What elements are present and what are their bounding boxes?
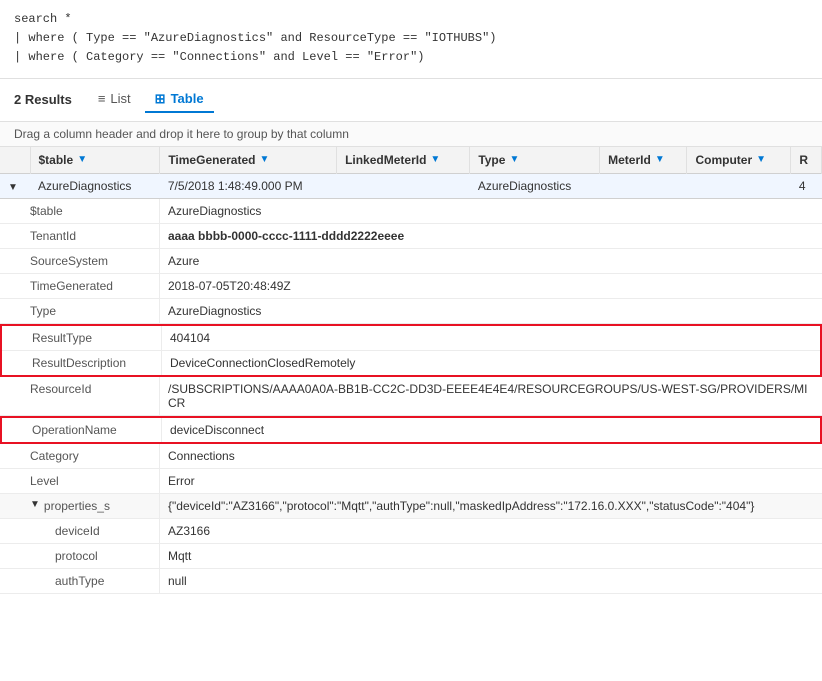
detail-key-level: Level [0, 469, 160, 493]
expand-icon[interactable]: ▼ [8, 182, 18, 193]
sub-val-authtype: null [160, 569, 195, 593]
cell-meter [600, 173, 687, 198]
filter-icon-type[interactable]: ▼ [509, 154, 519, 165]
list-icon: ≡ [98, 91, 106, 106]
cell-computer [687, 173, 791, 198]
cell-r: 4 [791, 173, 822, 198]
tab-group: ≡ List ⊞ Table [88, 87, 214, 113]
tab-table-label: Table [171, 91, 204, 106]
th-computer-label: Computer [695, 153, 752, 167]
tab-list-label: List [110, 91, 130, 106]
th-type-label: Type [478, 153, 505, 167]
detail-row-type: Type AzureDiagnostics [0, 299, 822, 324]
detail-val-category: Connections [160, 444, 243, 468]
filter-icon-computer[interactable]: ▼ [756, 154, 766, 165]
detail-val-resultdesc: DeviceConnectionClosedRemotely [162, 351, 363, 375]
properties-val: {"deviceId":"AZ3166","protocol":"Mqtt","… [160, 494, 822, 518]
detail-key-resourceid: ResourceId [0, 377, 160, 415]
filter-icon-meter[interactable]: ▼ [655, 154, 665, 165]
sub-key-protocol: protocol [0, 544, 160, 568]
detail-key-resulttype: ResultType [2, 326, 162, 350]
detail-row-operationname: OperationName deviceDisconnect [2, 418, 820, 442]
cell-type: AzureDiagnostics [470, 173, 600, 198]
filter-icon-linked[interactable]: ▼ [430, 154, 440, 165]
query-line-2: | where ( Type == "AzureDiagnostics" and… [14, 29, 808, 48]
detail-row-resourceid: ResourceId /SUBSCRIPTIONS/AAAA0A0A-BB1B-… [0, 377, 822, 416]
sub-val-deviceid: AZ3166 [160, 519, 218, 543]
detail-key-sourcesystem: SourceSystem [0, 249, 160, 273]
detail-key-tenantid: TenantId [0, 224, 160, 248]
detail-val-operationname: deviceDisconnect [162, 418, 272, 442]
detail-val-tenantid: aaaa bbbb-0000-cccc-1111-dddd2222eeee [160, 224, 412, 248]
table-container: $table ▼ TimeGenerated ▼ LinkedMeterId ▼ [0, 147, 822, 594]
properties-key: ▼ properties_s [0, 494, 160, 518]
tab-list[interactable]: ≡ List [88, 87, 141, 113]
detail-row-resulttype: ResultType 404104 [2, 326, 820, 351]
sub-row-protocol: protocol Mqtt [0, 544, 822, 569]
sub-val-protocol: Mqtt [160, 544, 199, 568]
results-header: 2 Results ≡ List ⊞ Table [0, 79, 822, 122]
filter-icon-time[interactable]: ▼ [259, 154, 269, 165]
table-header-row: $table ▼ TimeGenerated ▼ LinkedMeterId ▼ [0, 147, 822, 174]
detail-key-stable: $table [0, 199, 160, 223]
highlight-group-result: ResultType 404104 ResultDescription Devi… [0, 324, 822, 377]
detail-row-resultdesc: ResultDescription DeviceConnectionClosed… [2, 351, 820, 375]
detail-val-sourcesystem: Azure [160, 249, 207, 273]
properties-key-label: properties_s [44, 499, 110, 513]
detail-key-resultdesc: ResultDescription [2, 351, 162, 375]
results-count: 2 Results [14, 92, 72, 107]
detail-section: $table AzureDiagnostics TenantId aaaa bb… [0, 199, 822, 594]
th-meterid[interactable]: MeterId ▼ [600, 147, 687, 174]
properties-expand-icon[interactable]: ▼ [30, 499, 40, 510]
detail-val-stable: AzureDiagnostics [160, 199, 269, 223]
query-line-1: search * [14, 10, 808, 29]
sub-row-deviceid: deviceId AZ3166 [0, 519, 822, 544]
detail-val-level: Error [160, 469, 203, 493]
detail-val-timegenerated: 2018-07-05T20:48:49Z [160, 274, 299, 298]
detail-key-operationname: OperationName [2, 418, 162, 442]
th-expand [0, 147, 30, 174]
results-table: $table ▼ TimeGenerated ▼ LinkedMeterId ▼ [0, 147, 822, 594]
detail-val-resulttype: 404104 [162, 326, 218, 350]
cell-table: AzureDiagnostics [30, 173, 160, 198]
th-table[interactable]: $table ▼ [30, 147, 160, 174]
drag-hint: Drag a column header and drop it here to… [0, 122, 822, 147]
detail-row-category: Category Connections [0, 444, 822, 469]
th-computer[interactable]: Computer ▼ [687, 147, 791, 174]
th-linkedmeterid[interactable]: LinkedMeterId ▼ [337, 147, 470, 174]
th-timegenerated[interactable]: TimeGenerated ▼ [160, 147, 337, 174]
detail-val-resourceid: /SUBSCRIPTIONS/AAAA0A0A-BB1B-CC2C-DD3D-E… [160, 377, 822, 415]
th-r[interactable]: R [791, 147, 822, 174]
detail-rows-container: $table AzureDiagnostics TenantId aaaa bb… [0, 198, 822, 594]
cell-time: 7/5/2018 1:48:49.000 PM [160, 173, 337, 198]
th-r-label: R [799, 153, 808, 167]
filter-icon-table[interactable]: ▼ [77, 154, 87, 165]
detail-val-type: AzureDiagnostics [160, 299, 269, 323]
query-line-3: | where ( Category == "Connections" and … [14, 48, 808, 67]
th-table-label: $table [39, 153, 74, 167]
main-data-row: ▼ AzureDiagnostics 7/5/2018 1:48:49.000 … [0, 173, 822, 198]
tab-table[interactable]: ⊞ Table [145, 87, 214, 113]
detail-key-timegenerated: TimeGenerated [0, 274, 160, 298]
table-icon: ⊞ [155, 91, 166, 107]
query-box: search * | where ( Type == "AzureDiagnos… [0, 0, 822, 79]
th-type[interactable]: Type ▼ [470, 147, 600, 174]
detail-row-timegenerated: TimeGenerated 2018-07-05T20:48:49Z [0, 274, 822, 299]
highlight-group-operation: OperationName deviceDisconnect [0, 416, 822, 444]
detail-row-level: Level Error [0, 469, 822, 494]
sub-key-deviceid: deviceId [0, 519, 160, 543]
detail-row-stable: $table AzureDiagnostics [0, 199, 822, 224]
detail-row-sourcesystem: SourceSystem Azure [0, 249, 822, 274]
th-timegenerated-label: TimeGenerated [168, 153, 255, 167]
properties-row: ▼ properties_s {"deviceId":"AZ3166","pro… [0, 494, 822, 519]
detail-key-type: Type [0, 299, 160, 323]
detail-key-category: Category [0, 444, 160, 468]
detail-row-tenantid: TenantId aaaa bbbb-0000-cccc-1111-dddd22… [0, 224, 822, 249]
cell-linked [337, 173, 470, 198]
th-meterid-label: MeterId [608, 153, 651, 167]
sub-row-authtype: authType null [0, 569, 822, 594]
th-linkedmeterid-label: LinkedMeterId [345, 153, 426, 167]
sub-key-authtype: authType [0, 569, 160, 593]
expand-cell[interactable]: ▼ [0, 173, 30, 198]
